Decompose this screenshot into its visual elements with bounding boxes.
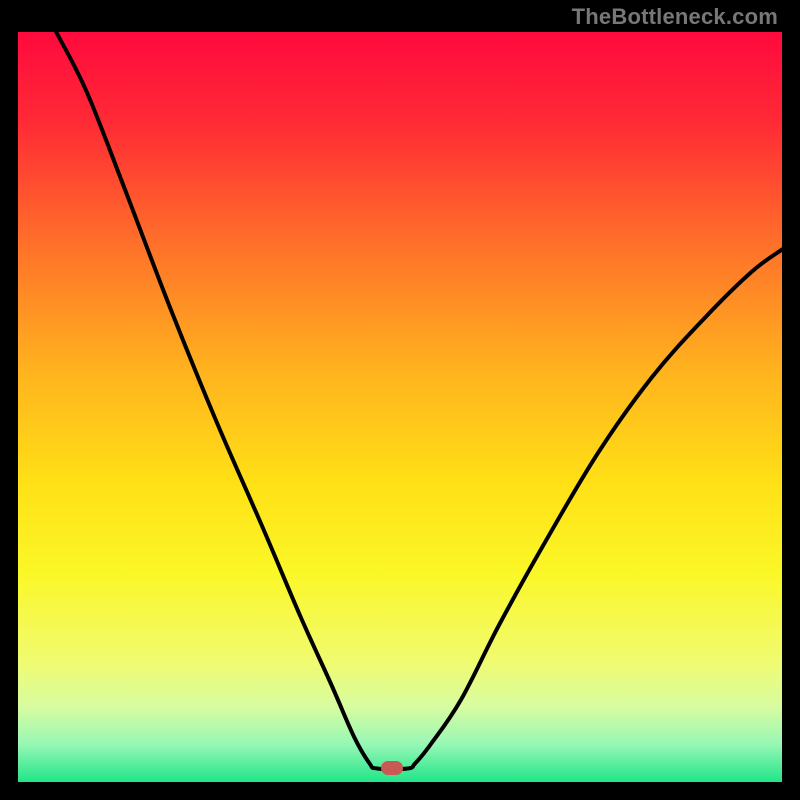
watermark-text: TheBottleneck.com (572, 4, 778, 30)
optimum-marker (381, 761, 403, 775)
chart-stage: TheBottleneck.com (0, 0, 800, 800)
curve-path (56, 32, 782, 769)
bottleneck-curve-plot (18, 32, 782, 782)
